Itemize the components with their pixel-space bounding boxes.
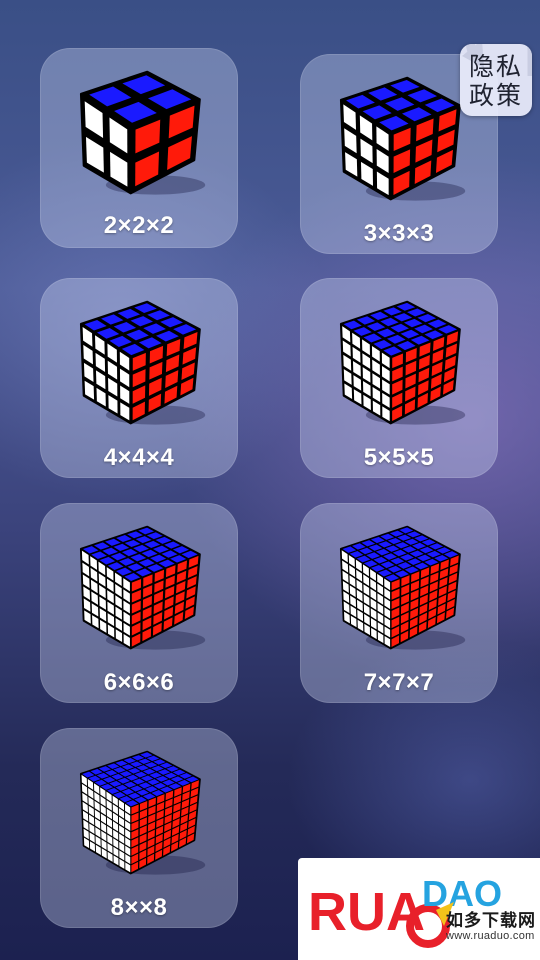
privacy-policy-label: 隐私政策 <box>468 52 523 110</box>
puzzle-selection-screen: 2×2×2 3×3×3 4×4×4 5×5×5 6×6×6 7×7×7 8××8… <box>0 0 540 960</box>
cube-8x8x8-icon <box>79 750 206 875</box>
cube-2x2x2-icon <box>79 70 206 195</box>
watermark-title: 如多下载网 <box>446 911 536 931</box>
cube-4x4x4-icon <box>79 300 206 425</box>
puzzle-label: 5×5×5 <box>363 444 435 471</box>
puzzle-tile-4x4x4[interactable]: 4×4×4 <box>40 278 238 478</box>
puzzle-tile-5x5x5[interactable]: 5×5×5 <box>300 278 498 478</box>
puzzle-label: 2×2×2 <box>103 212 175 239</box>
privacy-policy-button[interactable]: 隐私政策 <box>460 44 532 116</box>
puzzle-label: 3×3×3 <box>363 220 435 247</box>
puzzle-tile-2x2x2[interactable]: 2×2×2 <box>40 48 238 248</box>
puzzle-label: 4×4×4 <box>103 444 175 471</box>
site-watermark: RUA DAO 如多下载网 www.ruaduo.com <box>298 858 540 960</box>
cube-7x7x7-icon <box>339 525 466 650</box>
puzzle-label: 8××8 <box>110 894 168 921</box>
puzzle-label: 6×6×6 <box>103 669 175 696</box>
puzzle-tile-8x8x8[interactable]: 8××8 <box>40 728 238 928</box>
puzzle-tile-7x7x7[interactable]: 7×7×7 <box>300 503 498 703</box>
puzzle-tile-6x6x6[interactable]: 6×6×6 <box>40 503 238 703</box>
puzzle-label: 7×7×7 <box>363 669 435 696</box>
cube-6x6x6-icon <box>79 525 206 650</box>
watermark-url: www.ruaduo.com <box>446 930 535 942</box>
cube-5x5x5-icon <box>339 300 466 425</box>
cube-3x3x3-icon <box>339 76 466 201</box>
